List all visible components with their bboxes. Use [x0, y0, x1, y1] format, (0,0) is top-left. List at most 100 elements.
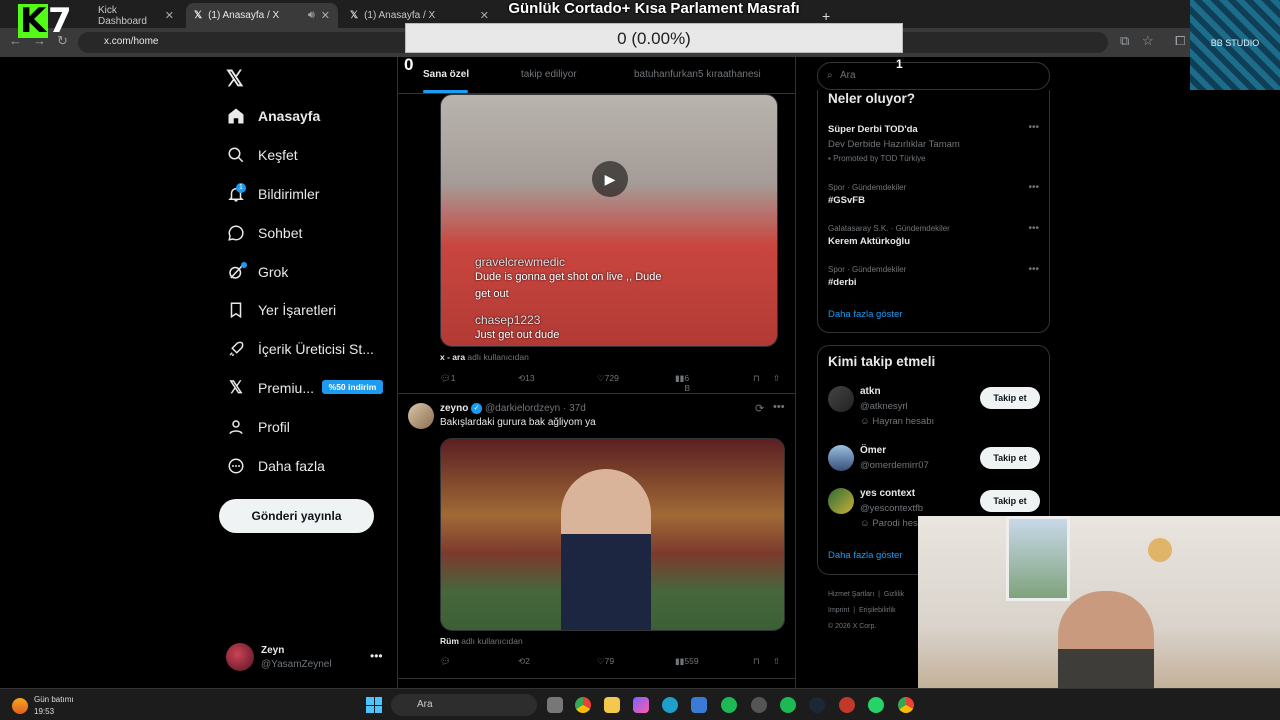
share-icon[interactable]: ⇧: [773, 373, 780, 384]
tab-close-icon[interactable]: ✕: [165, 9, 174, 22]
steam-icon[interactable]: [809, 697, 825, 713]
more-icon[interactable]: •••: [370, 649, 383, 663]
grok-icon[interactable]: ⟳: [755, 402, 764, 415]
sidebar-item-label: İçerik Üreticisi St...: [258, 341, 374, 357]
follow-note-text: Hayran hesabı: [872, 416, 935, 427]
tab-x-home-active[interactable]: 𝕏 (1) Anasayfa / X 🔊︎ ✕: [186, 3, 338, 28]
install-icon[interactable]: ⧉: [1120, 33, 1129, 49]
tab-kick-dashboard[interactable]: Kick Dashboard ✕: [90, 3, 182, 28]
tweet-photo[interactable]: [440, 438, 785, 631]
tab-list[interactable]: batuhanfurkan5 kıraathanesi: [634, 69, 761, 80]
tab-for-you[interactable]: Sana özel: [423, 69, 469, 80]
tab-audio-icon[interactable]: 🔊︎: [308, 9, 315, 22]
show-more-link[interactable]: Daha fazla göster: [828, 309, 902, 320]
sidebar-item-label: Profil: [258, 419, 290, 435]
weather-sun-icon[interactable]: [12, 698, 28, 714]
follow-handle: @omerdemirr07: [860, 460, 929, 471]
footer-link[interactable]: Gizlilik: [884, 591, 904, 598]
sidebar-item-bookmarks[interactable]: Yer İşaretleri: [226, 295, 336, 325]
like-button[interactable]: ♡ 79: [597, 656, 614, 667]
more-icon[interactable]: •••: [1028, 182, 1039, 193]
footer-link[interactable]: Hizmet Şartları: [828, 591, 874, 598]
reply-button[interactable]: 💬︎ 1: [440, 373, 456, 384]
follow-name[interactable]: yes context: [860, 488, 915, 499]
sidebar-item-creator-studio[interactable]: İçerik Üreticisi St...: [226, 334, 374, 364]
taskbar-search[interactable]: Ara: [391, 694, 537, 716]
extensions-icon[interactable]: ⧠: [1175, 33, 1185, 49]
sidebar-item-label: Sohbet: [258, 225, 303, 241]
copilot-icon[interactable]: [633, 697, 649, 713]
account-switcher[interactable]: Zeyn @YasamZeynel •••: [226, 643, 386, 675]
spotify-icon[interactable]: [780, 697, 796, 713]
source-user[interactable]: Rüm: [440, 636, 459, 646]
share-icon[interactable]: ⇧: [773, 656, 780, 667]
trend-name[interactable]: #GSvFB: [828, 195, 865, 206]
post-button[interactable]: Gönderi yayınla: [219, 499, 374, 533]
play-icon[interactable]: ▶: [592, 161, 628, 197]
avatar[interactable]: [828, 445, 854, 471]
mask-icon: ☺: [860, 518, 873, 529]
views-button[interactable]: ▮▮ 6 B: [675, 373, 690, 393]
follow-name[interactable]: atkn: [860, 386, 881, 397]
chrome-icon[interactable]: [575, 697, 591, 713]
edge-icon[interactable]: [662, 697, 678, 713]
sidebar-item-explore[interactable]: Keşfet: [226, 140, 298, 170]
footer-link[interactable]: Imprint: [828, 607, 849, 614]
trend-name[interactable]: Süper Derbi TOD'da: [828, 124, 918, 135]
bookmark-icon[interactable]: ⊓: [753, 373, 760, 384]
more-icon[interactable]: •••: [1028, 223, 1039, 234]
avatar[interactable]: [828, 488, 854, 514]
sidebar-item-profile[interactable]: Profil: [226, 412, 290, 442]
view-count: 6 B: [684, 373, 691, 393]
repost-button[interactable]: ⟲ 13: [518, 373, 535, 384]
sidebar-item-grok[interactable]: Grok: [226, 257, 288, 287]
tab-close-icon[interactable]: ✕: [321, 9, 330, 22]
search-placeholder: Ara: [840, 70, 856, 81]
source-user[interactable]: x - ara: [440, 352, 465, 362]
tab-following[interactable]: takip ediliyor: [521, 69, 577, 80]
trend-promoted: ▪ Promoted by TOD Türkiye: [828, 154, 926, 163]
footer-link[interactable]: Erişilebilirlik: [859, 607, 896, 614]
whatsapp-icon[interactable]: [868, 697, 884, 713]
reply-button[interactable]: 💬︎: [440, 656, 451, 667]
tweet-author-handle[interactable]: @darkielordzeyn · 37d: [485, 403, 586, 414]
more-icon[interactable]: •••: [773, 401, 785, 413]
sidebar-item-chat[interactable]: Sohbet: [226, 218, 302, 248]
spotify-icon[interactable]: [721, 697, 737, 713]
sidebar-item-home[interactable]: Anasayfa: [226, 101, 320, 131]
repost-button[interactable]: ⟲ 2: [518, 656, 530, 667]
tweet-author-name[interactable]: zeyno: [440, 403, 468, 414]
avatar[interactable]: [408, 403, 434, 429]
views-button[interactable]: ▮▮ 559: [675, 656, 699, 667]
search-input[interactable]: ⌕ Ara: [817, 62, 1050, 90]
trend-name[interactable]: #derbi: [828, 277, 857, 288]
store-icon[interactable]: [691, 697, 707, 713]
windows-start-icon[interactable]: [366, 697, 382, 713]
file-explorer-icon[interactable]: [604, 697, 620, 713]
feed-tabs: Sana özel takip ediliyor batuhanfurkan5 …: [398, 57, 795, 94]
follow-button[interactable]: Takip et: [980, 490, 1040, 512]
sidebar-item-more[interactable]: Daha fazla: [226, 451, 325, 481]
like-button[interactable]: ♡ 729: [597, 373, 619, 384]
bookmark-star-icon[interactable]: ☆: [1142, 33, 1154, 49]
app-icon[interactable]: [751, 697, 767, 713]
follow-name[interactable]: Ömer: [860, 445, 886, 456]
tweet-video[interactable]: ▶ gravelcrewmedic Dude is gonna get shot…: [440, 94, 778, 347]
chrome-icon[interactable]: [898, 697, 914, 713]
more-icon[interactable]: •••: [1028, 264, 1039, 275]
show-more-link[interactable]: Daha fazla göster: [828, 550, 902, 561]
task-view-icon[interactable]: [547, 697, 563, 713]
more-icon[interactable]: •••: [1028, 122, 1039, 133]
follow-button[interactable]: Takip et: [980, 447, 1040, 469]
avatar[interactable]: [828, 386, 854, 412]
trend-name[interactable]: Kerem Aktürkoğlu: [828, 236, 910, 247]
bookmark-icon[interactable]: ⊓: [753, 656, 760, 667]
x-logo-icon[interactable]: 𝕏: [226, 66, 244, 92]
sidebar-item-premium[interactable]: 𝕏 Premiu...: [226, 373, 314, 403]
x-logo-icon: 𝕏: [229, 378, 243, 397]
follow-button[interactable]: Takip et: [980, 387, 1040, 409]
x-favicon-icon: 𝕏: [350, 10, 359, 21]
trends-card: Neler oluyor? Süper Derbi TOD'da Dev Der…: [817, 90, 1050, 333]
app-icon[interactable]: [839, 697, 855, 713]
taskbar-search-placeholder: Ara: [417, 699, 433, 710]
